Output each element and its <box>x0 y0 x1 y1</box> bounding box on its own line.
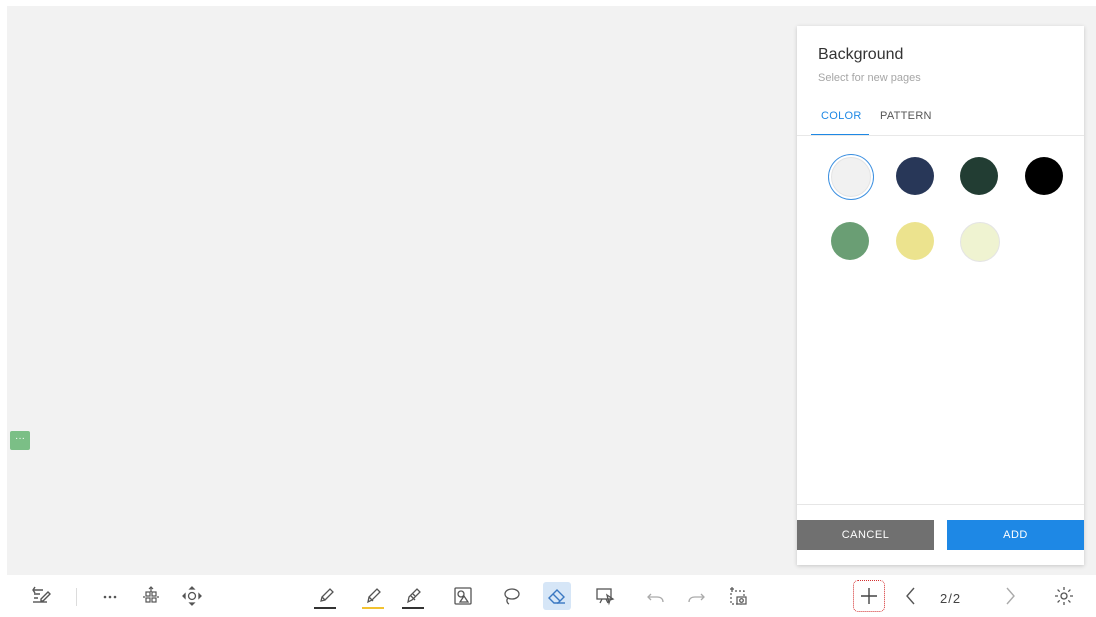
move-icon <box>182 586 202 606</box>
highlighter-icon <box>367 588 381 604</box>
redo-icon <box>688 593 705 603</box>
highlighter-color-indicator <box>362 607 384 609</box>
pen-icon <box>320 588 334 602</box>
annotate-icon <box>32 586 51 603</box>
prev-page-icon <box>906 587 915 605</box>
add-page-button[interactable] <box>853 580 885 612</box>
marker-icon <box>407 588 421 604</box>
shape-icon <box>454 587 472 605</box>
panel-title: Background <box>818 46 904 63</box>
divider <box>797 504 1084 505</box>
pen-color-indicator <box>314 607 336 609</box>
next-page-icon <box>1006 587 1015 605</box>
next-page-button[interactable] <box>996 582 1024 610</box>
marker-button[interactable] <box>399 582 427 610</box>
undo-icon <box>647 593 664 603</box>
prev-page-button[interactable] <box>897 582 925 610</box>
present-icon <box>596 588 615 606</box>
divider <box>797 135 1084 136</box>
move-button[interactable] <box>178 582 206 610</box>
lasso-icon <box>504 588 520 605</box>
color-swatch-dark-green[interactable] <box>960 157 998 195</box>
cancel-button[interactable]: CANCEL <box>797 520 934 550</box>
add-page-icon <box>861 588 877 604</box>
pan-button[interactable] <box>137 582 165 610</box>
marker-color-indicator <box>402 607 424 609</box>
tab-color[interactable]: COLOR <box>821 110 862 122</box>
tab-pattern[interactable]: PATTERN <box>880 110 932 122</box>
panel-subtitle: Select for new pages <box>818 72 921 84</box>
add-button[interactable]: ADD <box>947 520 1084 550</box>
present-button[interactable] <box>591 582 619 610</box>
redo-button[interactable] <box>682 582 710 610</box>
page-indicator: 2/2 <box>940 591 962 606</box>
color-swatch-green[interactable] <box>831 222 869 260</box>
background-panel: Background Select for new pages COLOR PA… <box>797 26 1084 565</box>
settings-icon <box>1055 587 1073 605</box>
pen-button[interactable] <box>311 582 339 610</box>
color-swatch-black[interactable] <box>1025 157 1063 195</box>
eraser-icon <box>548 589 565 604</box>
toolbar-separator <box>76 588 77 606</box>
screenshot-icon <box>730 587 747 605</box>
lasso-button[interactable] <box>497 582 525 610</box>
highlighter-button[interactable] <box>359 582 387 610</box>
more-icon <box>103 595 117 599</box>
eraser-button[interactable] <box>543 582 571 610</box>
color-swatch-light-gray[interactable] <box>831 157 871 197</box>
color-swatch-yellow[interactable] <box>896 222 934 260</box>
screenshot-button[interactable] <box>724 582 752 610</box>
bottom-toolbar: 2/2 <box>0 575 1096 617</box>
more-button[interactable] <box>96 582 124 610</box>
color-swatch-navy[interactable] <box>896 157 934 195</box>
annotate-button[interactable] <box>27 582 55 610</box>
color-swatch-pale-yellow[interactable] <box>960 222 1000 262</box>
undo-button[interactable] <box>642 582 670 610</box>
shape-button[interactable] <box>449 582 477 610</box>
settings-button[interactable] <box>1050 582 1078 610</box>
pan-icon <box>143 586 159 603</box>
side-menu-handle[interactable]: ··· <box>10 431 30 450</box>
